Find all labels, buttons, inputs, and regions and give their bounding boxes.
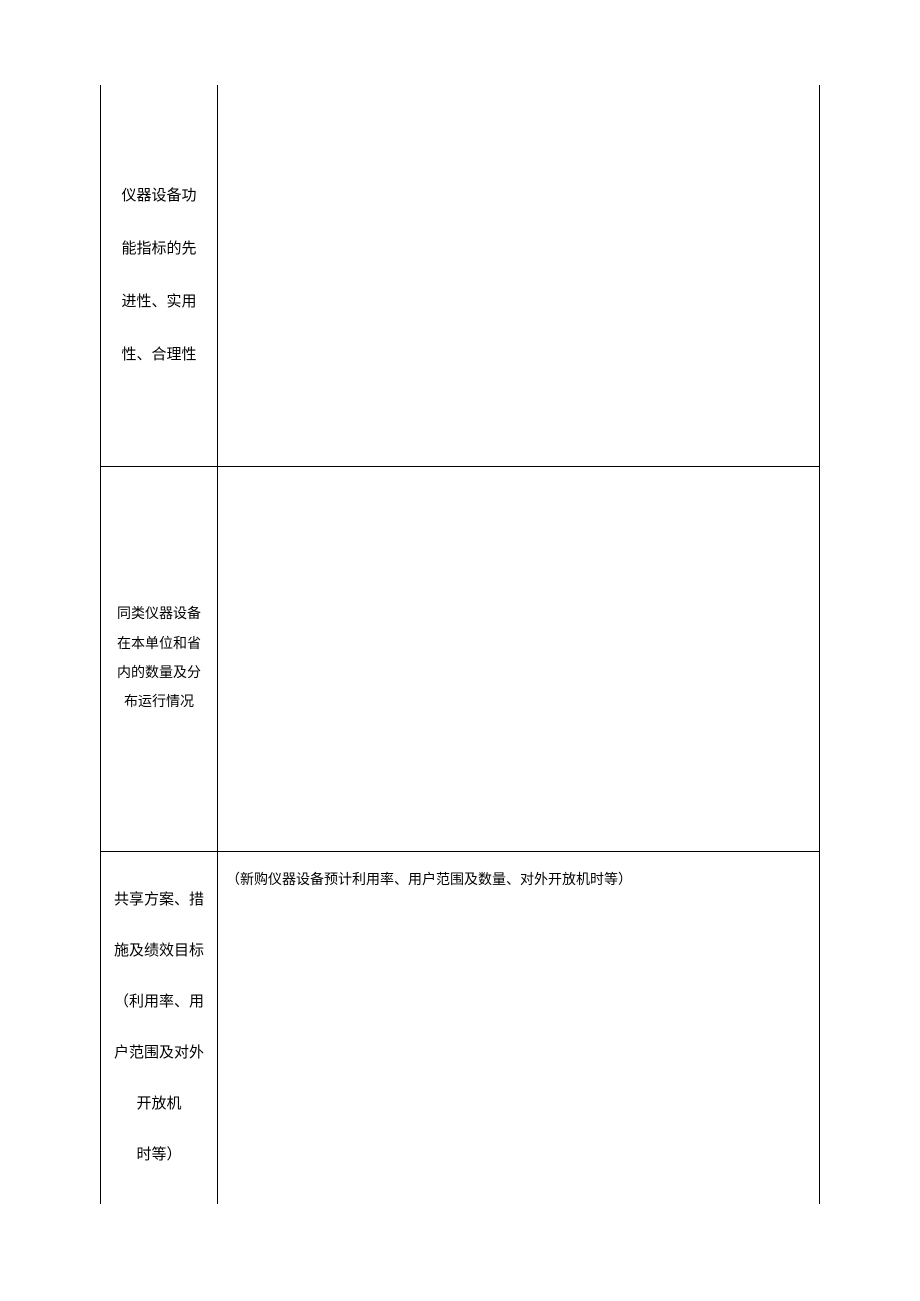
table-row: 同类仪器设备 在本单位和省 内的数量及分 布运行情况 xyxy=(100,467,820,852)
row-content-cell xyxy=(218,85,820,467)
label-line: 施及绩效目标 xyxy=(114,941,204,962)
label-block: 同类仪器设备 在本单位和省 内的数量及分 布运行情况 xyxy=(117,600,201,718)
label-line: 进性、实用 xyxy=(121,292,196,313)
label-line: 仪器设备功 xyxy=(121,186,196,207)
row-label-cell: 同类仪器设备 在本单位和省 内的数量及分 布运行情况 xyxy=(100,467,218,852)
label-line: 共享方案、措 xyxy=(114,890,204,911)
label-line: 性、合理性 xyxy=(121,345,196,366)
label-block: 仪器设备功 能指标的先 进性、实用 性、合理性 xyxy=(121,186,196,366)
label-line: 开放机 xyxy=(136,1094,181,1115)
label-line: （利用率、用 xyxy=(114,992,204,1013)
table-row: 仪器设备功 能指标的先 进性、实用 性、合理性 xyxy=(100,85,820,467)
label-line: 内的数量及分 xyxy=(117,659,201,688)
form-table: 仪器设备功 能指标的先 进性、实用 性、合理性 同类仪器设备 在本单位和省 内的… xyxy=(100,85,820,1204)
row-content-cell xyxy=(218,467,820,852)
label-line: 布运行情况 xyxy=(124,688,194,717)
row-label-cell: 共享方案、措 施及绩效目标 （利用率、用 户范围及对外 开放机 时等） xyxy=(100,852,218,1204)
label-line: 时等） xyxy=(136,1145,181,1166)
label-line: 同类仪器设备 xyxy=(117,600,201,629)
label-line: 户范围及对外 xyxy=(114,1043,204,1064)
label-block: 共享方案、措 施及绩效目标 （利用率、用 户范围及对外 开放机 时等） xyxy=(114,890,204,1166)
label-line: 在本单位和省 xyxy=(117,630,201,659)
label-line: 能指标的先 xyxy=(121,239,196,260)
table-row: 共享方案、措 施及绩效目标 （利用率、用 户范围及对外 开放机 时等） （新购仪… xyxy=(100,852,820,1204)
row-label-cell: 仪器设备功 能指标的先 进性、实用 性、合理性 xyxy=(100,85,218,467)
content-text: （新购仪器设备预计利用率、用户范围及数量、对外开放机时等） xyxy=(226,873,632,888)
row-content-cell: （新购仪器设备预计利用率、用户范围及数量、对外开放机时等） xyxy=(218,852,820,1204)
